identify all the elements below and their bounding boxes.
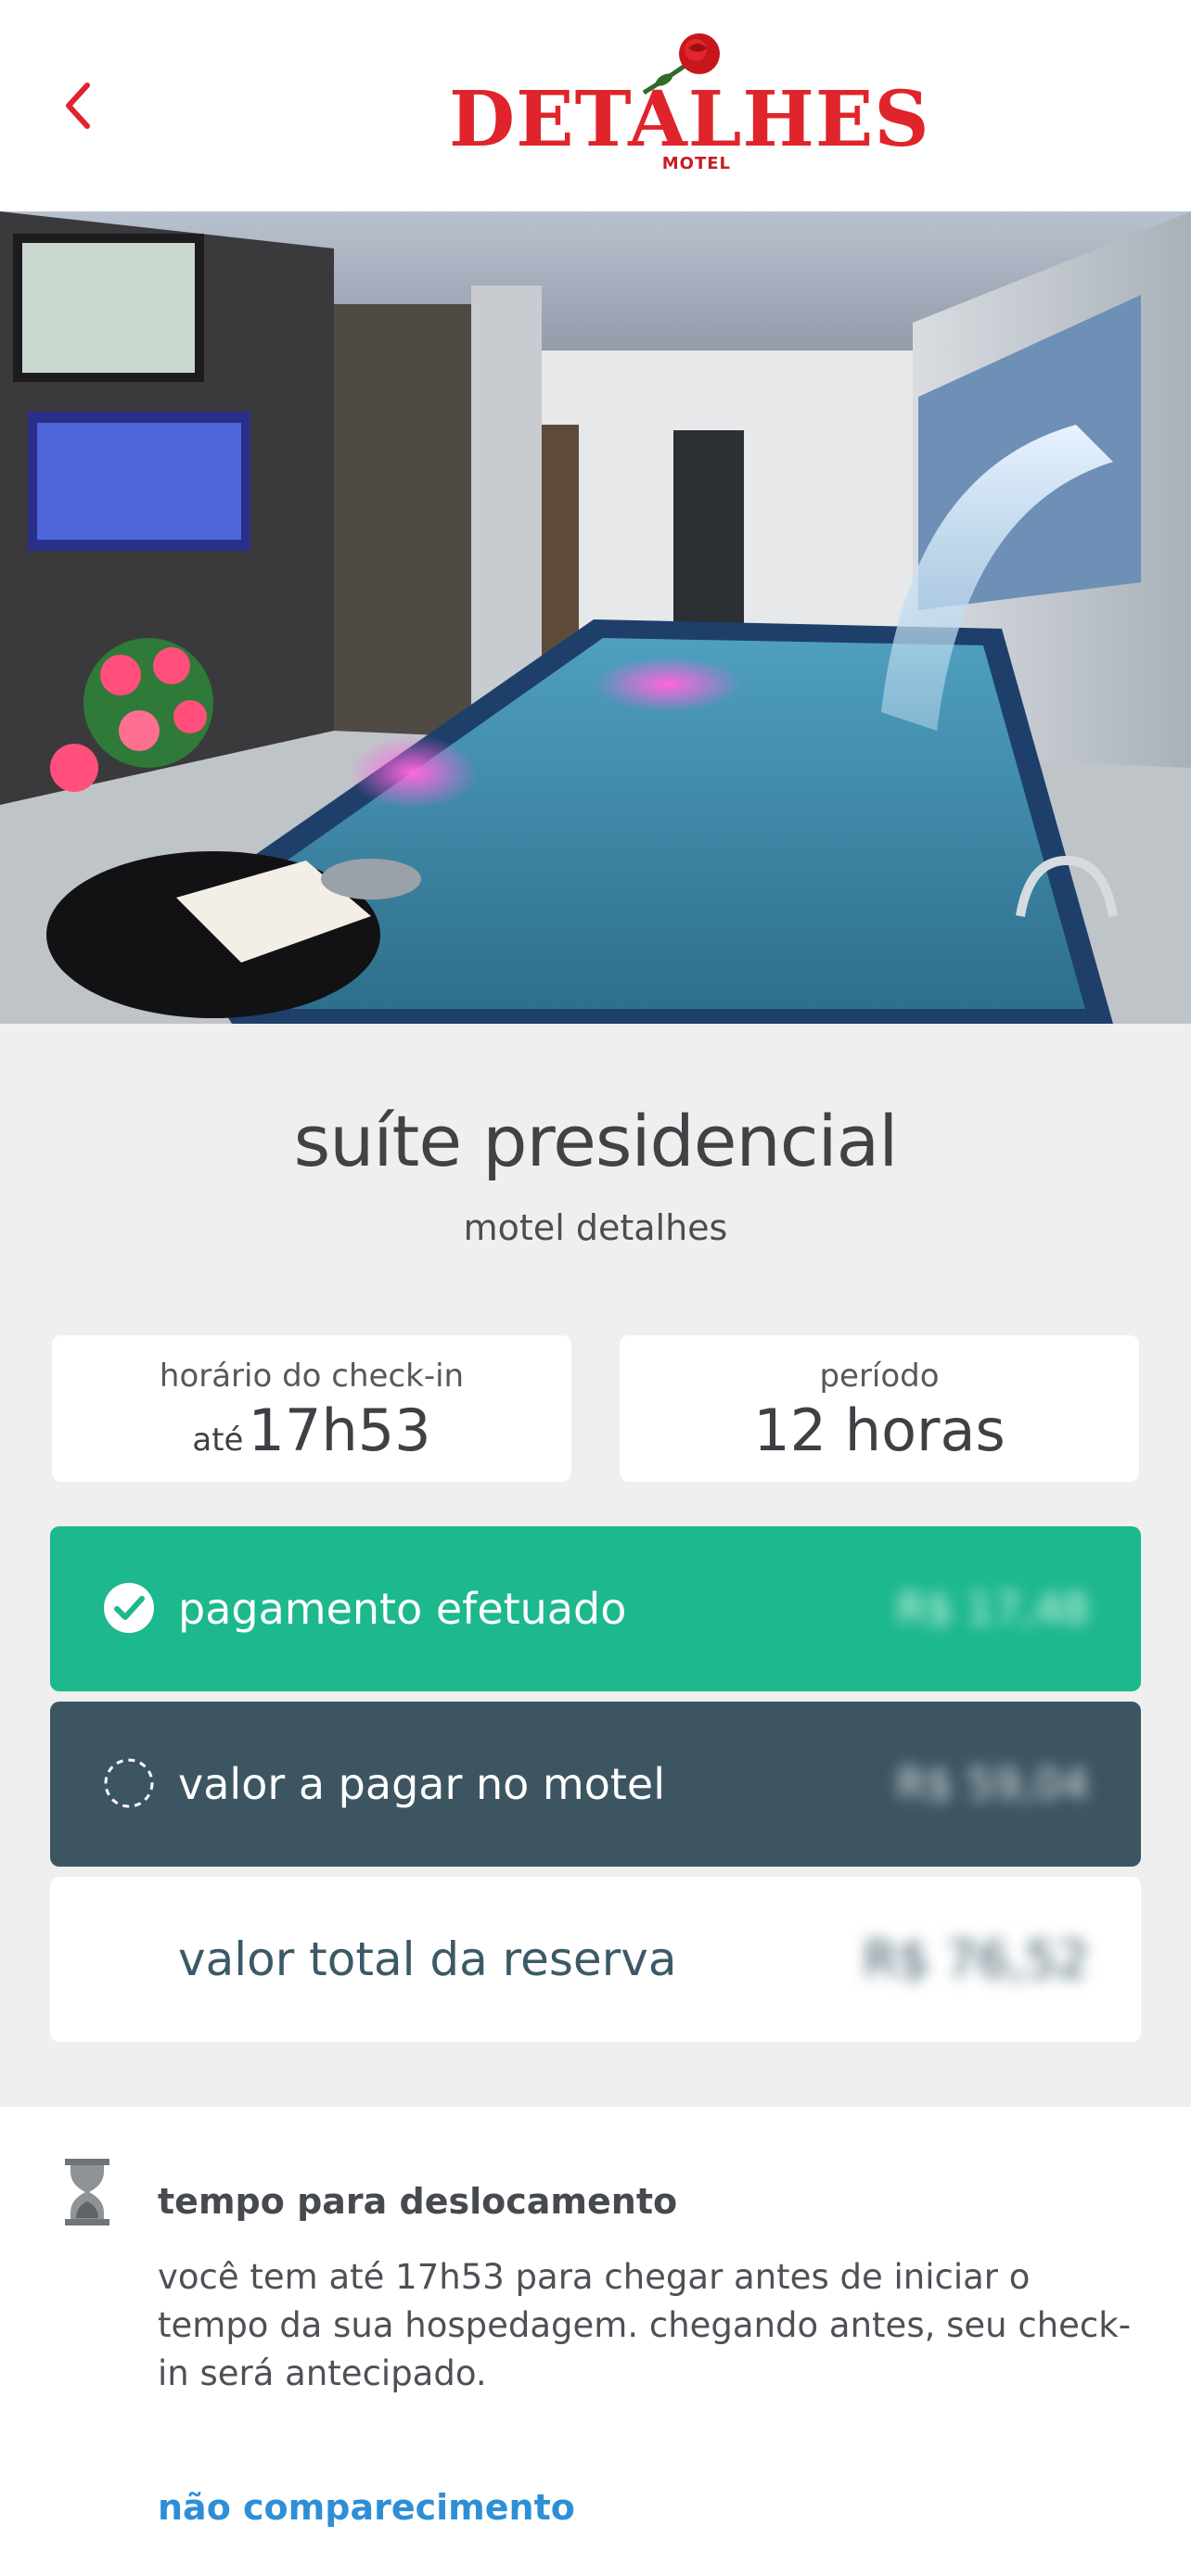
back-button[interactable]	[41, 59, 115, 152]
reservation-total-row: valor total da reserva R$ 76,52	[50, 1877, 1141, 2042]
check-circle-icon	[104, 1583, 154, 1633]
travel-description: você tem até 17h53 para chegar antes de …	[158, 2257, 1132, 2393]
suite-title: suíte presidencial	[293, 1100, 899, 1182]
logo-wordmark: DETALHES	[449, 75, 930, 164]
payment-due-amount: R$ 59,04	[896, 1759, 1089, 1809]
checkin-prefix: até	[192, 1422, 244, 1459]
period-label: período	[819, 1358, 940, 1395]
chevron-left-icon	[66, 83, 90, 129]
period-card: período 12 horas	[620, 1335, 1139, 1482]
payment-due-label: valor a pagar no motel	[178, 1759, 665, 1809]
reservation-total-amount: R$ 76,52	[863, 1930, 1089, 1989]
suite-photo-illustration	[0, 211, 1191, 1024]
payment-paid-row: pagamento efetuado R$ 17,48	[50, 1526, 1141, 1691]
dashed-circle-icon	[104, 1758, 154, 1808]
checkin-card: horário do check-in até 17h53	[52, 1335, 571, 1482]
payment-due-row: valor a pagar no motel R$ 59,04	[50, 1702, 1141, 1867]
reservation-total-label: valor total da reserva	[178, 1932, 677, 1986]
period-value-row: 12 horas	[620, 1396, 1139, 1464]
logo-subtitle: MOTEL	[661, 154, 731, 173]
no-show-link[interactable]: não comparecimento	[158, 2487, 575, 2528]
period-value: 12 horas	[753, 1396, 1005, 1464]
app-header: DETALHES MOTEL	[0, 0, 1191, 211]
travel-title: tempo para deslocamento	[158, 2181, 678, 2222]
suite-photo	[0, 211, 1191, 1024]
travel-section: tempo para deslocamento você tem até 17h…	[0, 2107, 1191, 2576]
checkin-value-row: até 17h53	[52, 1396, 571, 1464]
checkin-label: horário do check-in	[159, 1358, 465, 1395]
payment-paid-label: pagamento efetuado	[178, 1584, 627, 1634]
hourglass-icon	[65, 2159, 109, 2225]
motel-name: motel detalhes	[463, 1207, 728, 1248]
checkin-time: 17h53	[248, 1396, 431, 1464]
motel-logo: DETALHES MOTEL	[449, 28, 930, 185]
payment-paid-amount: R$ 17,48	[896, 1584, 1089, 1634]
